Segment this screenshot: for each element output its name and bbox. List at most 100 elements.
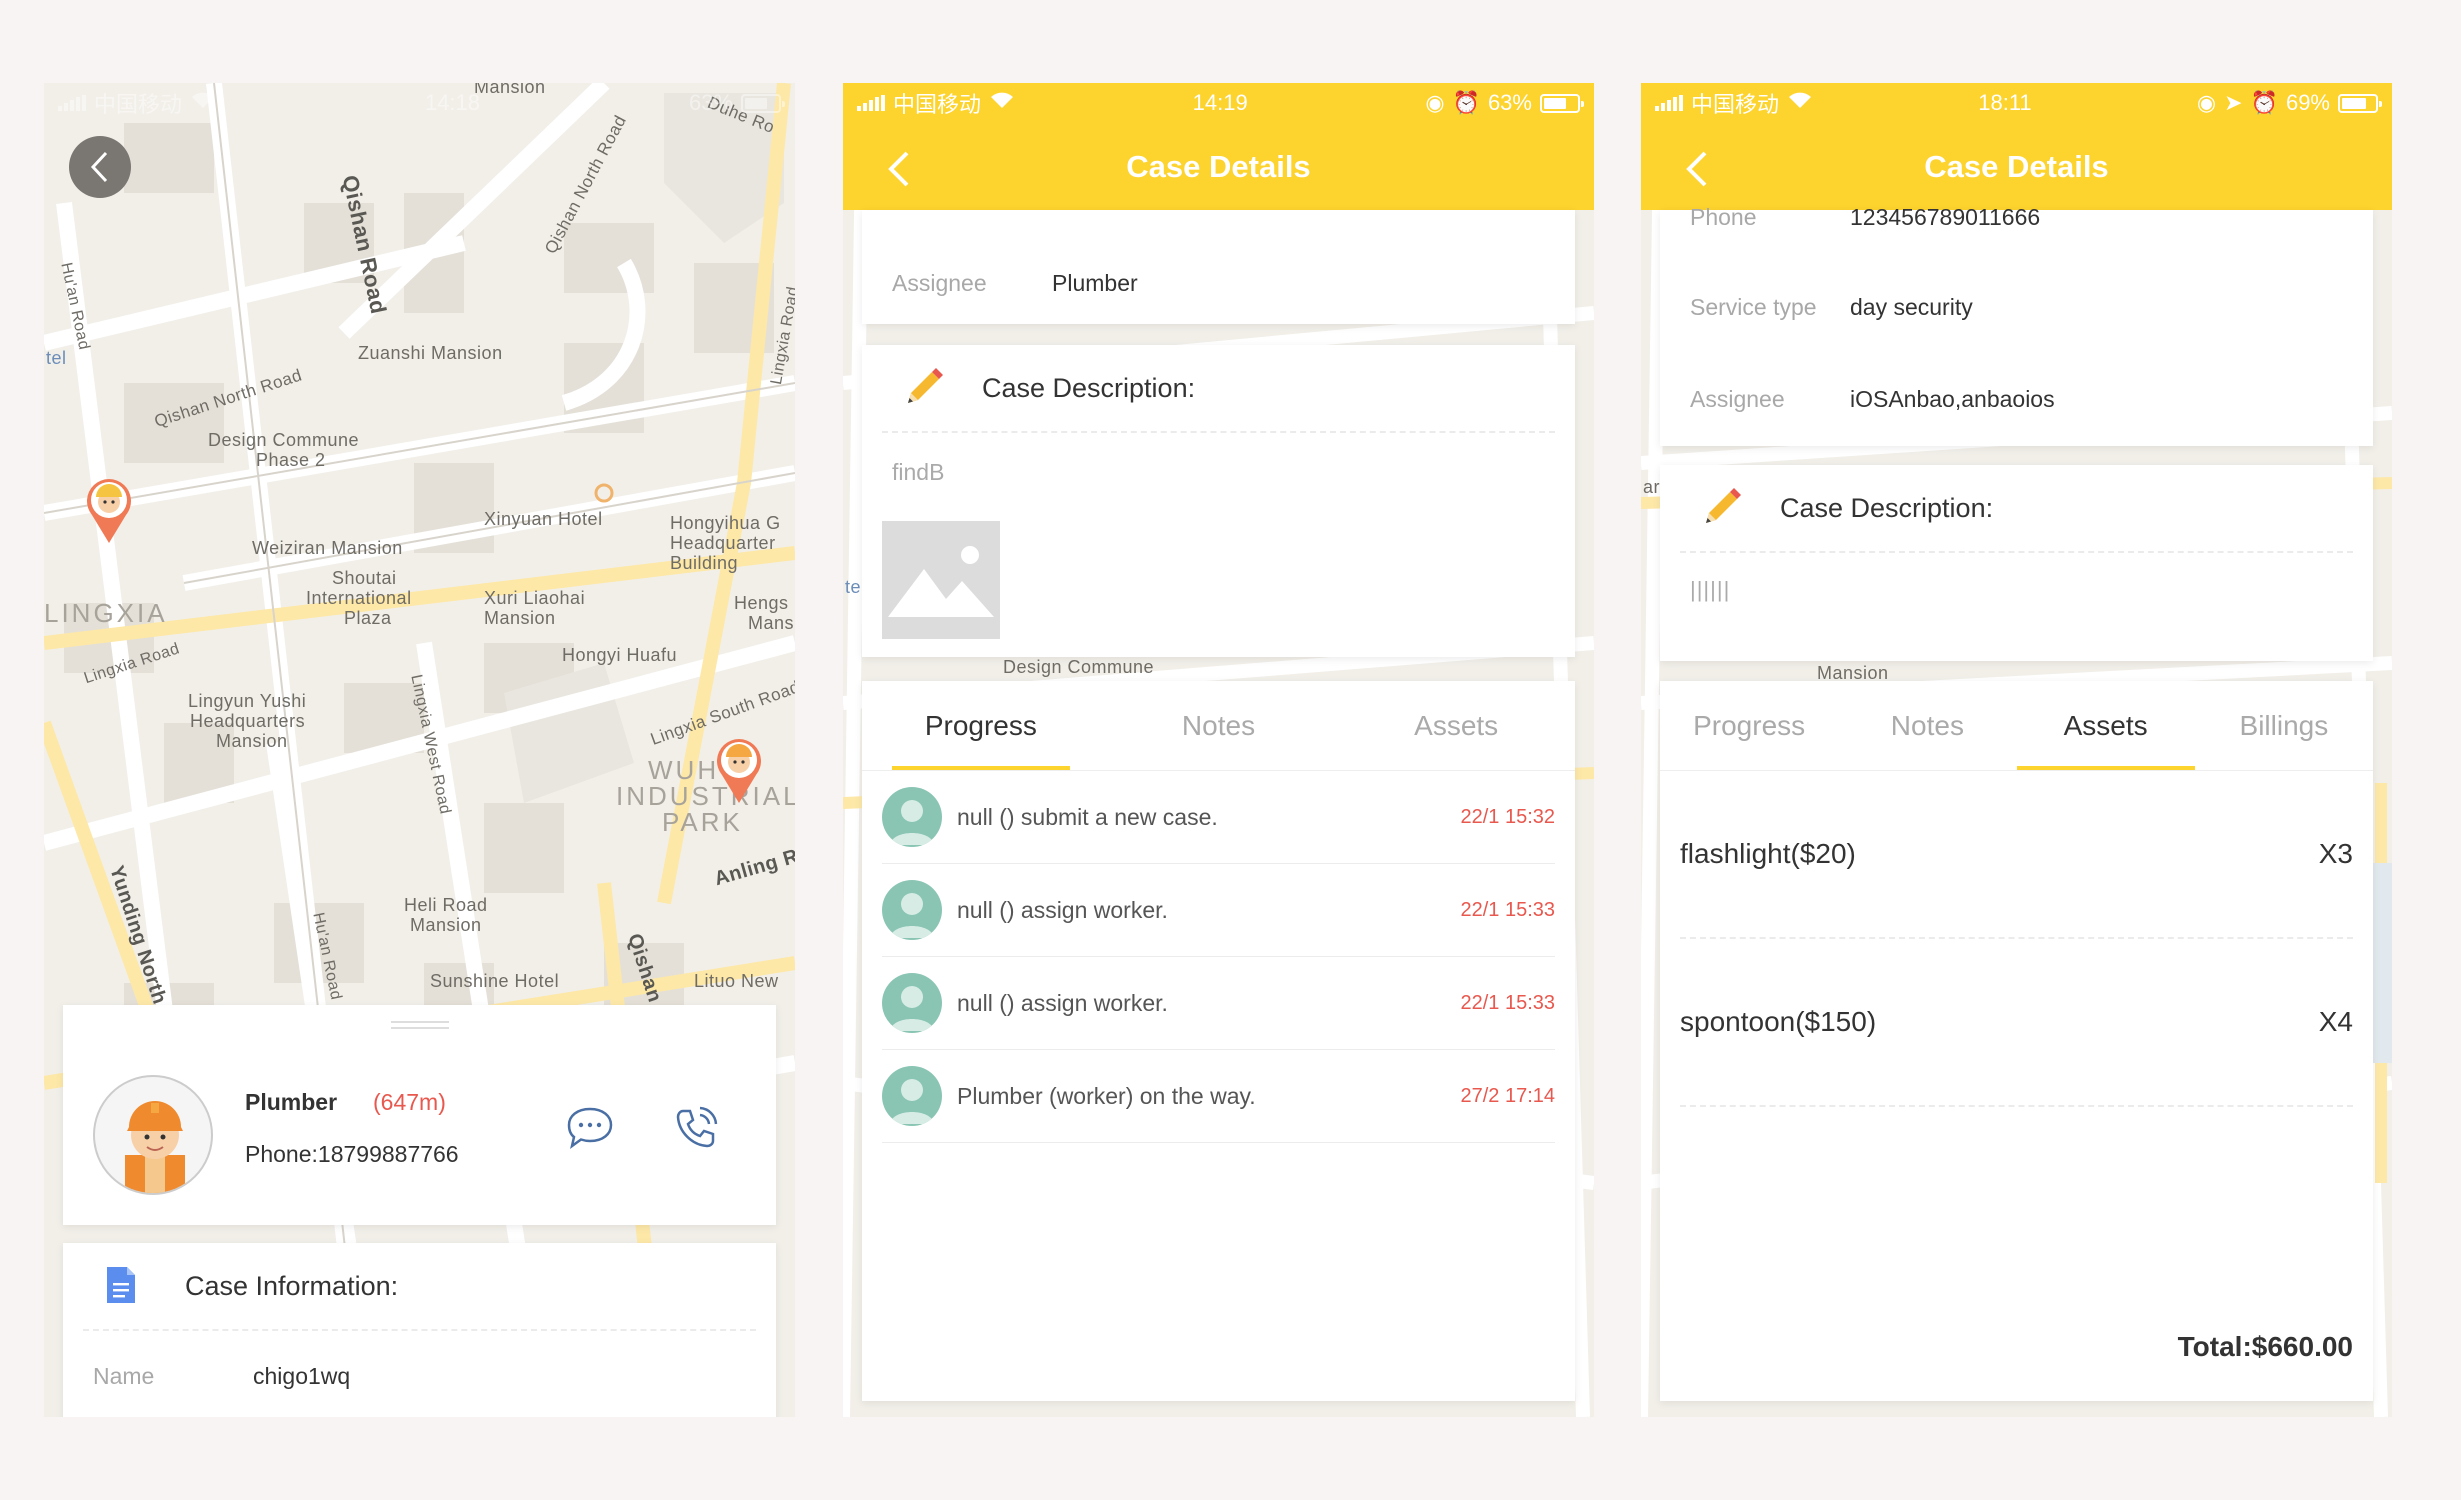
tab-progress[interactable]: Progress [862,681,1100,770]
map-label: Sunshine Hotel [430,971,560,991]
tab-assets[interactable]: Assets [1337,681,1575,770]
status-time: 14:18 [424,90,481,115]
phone-label: Phone [1690,204,1757,230]
battery-icon [741,93,785,113]
status-bar: 中国移动 18:11 ◉ ➤ ⏰ 69% [1641,83,2392,123]
name-value: chigo1wq [253,1363,351,1389]
map-label: Weiziran Mansion [252,538,403,558]
worker-phone: Phone:18799887766 [245,1141,459,1167]
asset-name: flashlight($20) [1680,838,1856,869]
map-label: Hongyi Huafu [562,645,678,665]
user-avatar-icon [882,1066,942,1126]
image-placeholder-icon[interactable] [882,521,1000,639]
status-time: 14:19 [1192,90,1248,115]
map-label: PARK [662,807,743,837]
battery-percent: 63% [1487,90,1532,115]
nav-bar: 中国移动 18:11 ◉ ➤ ⏰ 69% Case Details [1641,83,2392,210]
name-label: Name [93,1363,155,1389]
map-label: LINGXIA [44,598,168,628]
map-label: ar [1643,477,1661,497]
tab-billings[interactable]: Billings [2195,681,2373,770]
worker-card: Plumber (647m) Phone:18799887766 [63,1005,776,1225]
map-label: Headquarter [670,533,776,553]
map-label: Mansion [410,915,482,935]
progress-text: Plumber (worker) on the way. [957,1082,1256,1109]
case-description-title: Case Description: [1780,493,1994,523]
map-label: Hongyihua G [670,513,781,533]
location-arrow-icon: ➤ [2224,90,2243,115]
progress-text: null () assign worker. [957,896,1168,923]
wifi-icon [190,90,216,116]
assignee-label: Assignee [892,270,987,296]
asset-quantity: X3 [2318,838,2353,869]
alarm-icon: ◉ [1425,90,1445,115]
page-title: Case Details [1924,149,2109,184]
tab-progress[interactable]: Progress [1660,681,1838,770]
wifi-icon [989,90,1015,116]
worker-avatar [93,1075,213,1195]
tab-assets[interactable]: Assets [2017,681,2195,770]
carrier-name: 中国移动 [1691,92,1780,117]
status-time: 18:11 [1978,90,2032,115]
tabs-panel: Progress Notes Assets null () submit a n… [862,681,1575,1401]
progress-item: null () assign worker. 22/1 15:33 [882,957,1555,1050]
case-description-text: |||||| [1690,577,1731,602]
call-button[interactable] [673,1105,719,1151]
map-label: Design Commune [1003,657,1155,677]
progress-time: 27/2 17:14 [1460,1084,1555,1107]
map-label: Design Commune [208,430,360,450]
progress-text: null () assign worker. [957,989,1168,1016]
wifi-icon [1787,90,1813,116]
map-label: Building [670,553,739,573]
battery-icon [1539,93,1584,113]
chat-bubble-icon [567,1107,613,1149]
assets-total: Total:$660.00 [2177,1331,2353,1362]
user-avatar-icon [882,787,942,847]
screen-case-details-assets: ar Mansion 中国移动 18:11 ◉ ➤ ⏰ 69% Case Det… [1641,83,2392,1417]
progress-time: 22/1 15:33 [1460,991,1555,1014]
clock-icon: ⏰ [1452,90,1480,115]
tab-notes[interactable]: Notes [1838,681,2016,770]
map-label: te [845,577,862,597]
map-label: Heli Road [404,895,488,915]
carrier-name: 中国移动 [94,92,183,117]
user-avatar-icon [882,973,942,1033]
map-label: Zuanshi Mansion [358,343,503,363]
progress-time: 22/1 15:32 [1460,805,1555,828]
message-button[interactable] [565,1105,615,1151]
worker-location-pin-icon[interactable] [712,735,766,805]
service-type-value: day security [1850,294,1973,320]
signal-icon [857,95,885,111]
case-description-title: Case Description: [982,373,1196,403]
case-info-title: Case Information: [185,1271,399,1301]
alarm-icon: ◉ [2196,90,2217,115]
chevron-left-icon [90,151,108,183]
phone-icon [676,1106,718,1148]
pencil-icon [900,365,946,411]
assignee-value: iOSAnbao,anbaoios [1850,386,2055,412]
asset-name: spontoon($150) [1680,1006,1877,1037]
map-label: Xinyuan Hotel [484,509,603,529]
progress-item: null () submit a new case. 22/1 15:32 [882,771,1555,864]
tabs-panel: Progress Notes Assets Billings flashligh… [1660,681,2373,1401]
document-icon [105,1265,137,1305]
back-button[interactable] [69,136,131,198]
status-bar: 中国移动 14:18 63% [44,83,795,123]
battery-icon [2338,93,2382,113]
tab-notes[interactable]: Notes [1100,681,1338,770]
case-description-card: Case Description: |||||| [1660,465,2373,661]
user-avatar-icon [882,880,942,940]
worker-location-pin-icon[interactable] [82,475,136,545]
map-label: Lingyun Yushi [188,691,307,711]
progress-time: 22/1 15:33 [1460,898,1555,921]
page-title: Case Details [1126,149,1311,184]
status-bar: 中国移动 14:19 ◉ ⏰ 63% [843,83,1594,123]
drag-handle[interactable] [391,1021,449,1029]
service-type-label: Service type [1690,294,1817,320]
map-label: Shoutai [332,568,397,588]
assignee-value: Plumber [1052,270,1138,296]
worker-name: Plumber [245,1089,338,1115]
screen-case-details-progress: te Design Commune 中国移动 14:19 ◉ ⏰ 63% Cas… [843,83,1594,1417]
map-label: Lituo New [694,971,779,991]
map-label: Mans [748,613,795,633]
